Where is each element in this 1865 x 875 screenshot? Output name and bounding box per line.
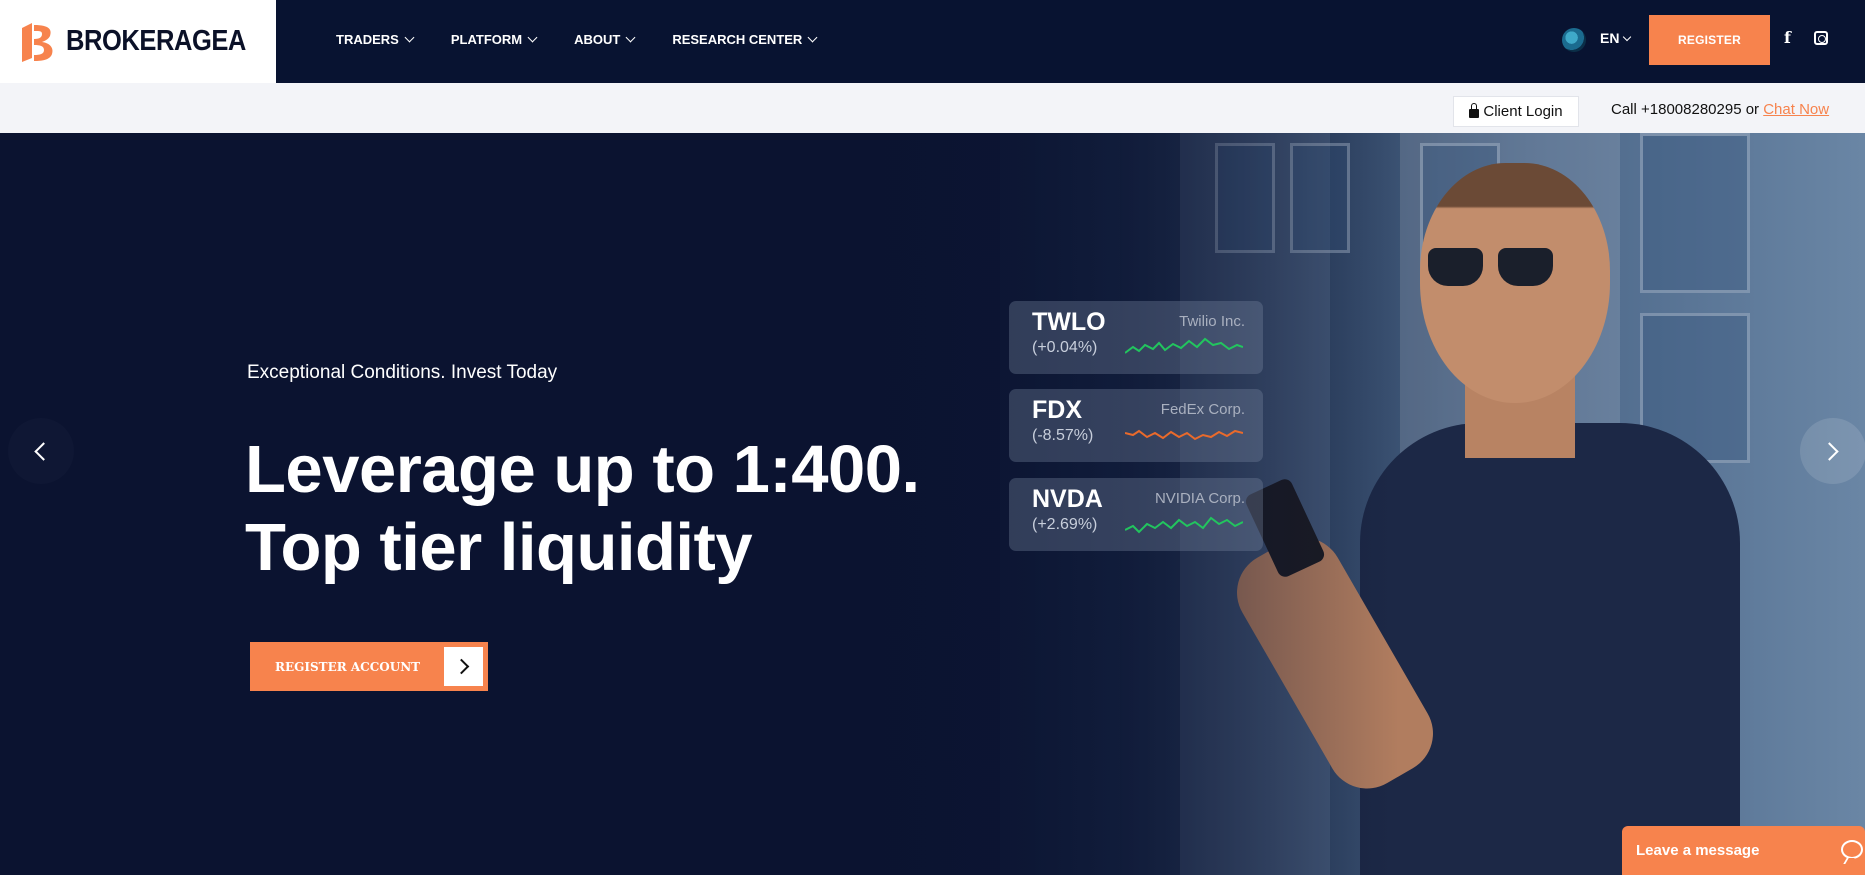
ticker-symbol: FDX bbox=[1032, 396, 1082, 424]
language-label: EN bbox=[1600, 30, 1620, 46]
globe-icon[interactable] bbox=[1562, 28, 1586, 52]
chevron-down-icon bbox=[1623, 32, 1632, 41]
call-text: Call +18008280295 or bbox=[1611, 101, 1764, 118]
sparkline-icon bbox=[1125, 337, 1243, 354]
nav-item-label: ABOUT bbox=[574, 31, 621, 47]
call-info: Call +18008280295 or Chat Now bbox=[1611, 101, 1829, 118]
nav-item-label: PLATFORM bbox=[450, 31, 523, 47]
lock-icon bbox=[1469, 102, 1480, 118]
instagram-icon[interactable] bbox=[1814, 31, 1828, 45]
chat-bubble-icon bbox=[1841, 840, 1863, 859]
headline-line: Leverage up to 1:400. bbox=[245, 432, 920, 507]
ticker-card: FDX (-8.57%) FedEx Corp. bbox=[1009, 389, 1263, 462]
ticker-change: (+2.69%) bbox=[1032, 516, 1098, 533]
chat-widget-label: Leave a message bbox=[1636, 842, 1760, 859]
chevron-down-icon bbox=[404, 32, 415, 42]
language-selector[interactable]: EN bbox=[1600, 30, 1632, 46]
main-nav: TRADERS PLATFORM ABOUT RESEARCH CENTER bbox=[336, 0, 854, 78]
slider-next-button[interactable] bbox=[1800, 418, 1865, 484]
sparkline-icon bbox=[1125, 516, 1243, 534]
headline-line: Top tier liquidity bbox=[245, 510, 753, 585]
logo-text: BROKERAGEA bbox=[66, 25, 246, 57]
register-button[interactable]: REGISTER bbox=[1649, 15, 1770, 65]
ticker-card: NVDA (+2.69%) NVIDIA Corp. bbox=[1009, 478, 1263, 551]
chevron-down-icon bbox=[807, 32, 818, 42]
client-login-button[interactable]: Client Login bbox=[1453, 96, 1579, 127]
chevron-down-icon bbox=[625, 32, 636, 42]
ticker-card: TWLO (+0.04%) Twilio Inc. bbox=[1009, 301, 1263, 374]
nav-item-traders[interactable]: TRADERS bbox=[336, 31, 415, 47]
logo-mark-icon bbox=[20, 22, 56, 62]
ticker-company: FedEx Corp. bbox=[1160, 401, 1245, 418]
ticker-company: NVIDIA Corp. bbox=[1154, 490, 1245, 507]
cta-label: REGISTER ACCOUNT bbox=[275, 659, 421, 674]
hero-subtitle: Exceptional Conditions. Invest Today bbox=[247, 362, 558, 383]
register-account-button[interactable]: REGISTER ACCOUNT bbox=[250, 642, 488, 691]
nav-item-research-center[interactable]: RESEARCH CENTER bbox=[672, 31, 818, 47]
hero-section: Exceptional Conditions. Invest Today Lev… bbox=[0, 133, 1865, 875]
nav-item-platform[interactable]: PLATFORM bbox=[450, 31, 538, 47]
chevron-right-icon bbox=[444, 647, 483, 686]
ticker-company: Twilio Inc. bbox=[1179, 313, 1245, 330]
nav-item-label: RESEARCH CENTER bbox=[672, 31, 803, 47]
sparkline-icon bbox=[1125, 429, 1243, 441]
nav-item-about[interactable]: ABOUT bbox=[574, 31, 636, 47]
chat-widget[interactable]: Leave a message bbox=[1622, 826, 1865, 875]
ticker-symbol: NVDA bbox=[1032, 485, 1103, 513]
utility-bar bbox=[0, 83, 1865, 133]
chevron-down-icon bbox=[527, 32, 538, 42]
ticker-symbol: TWLO bbox=[1032, 308, 1106, 336]
top-navbar: BROKERAGEA TRADERS PLATFORM ABOUT RESEAR… bbox=[0, 0, 1865, 83]
slider-prev-button[interactable] bbox=[8, 418, 74, 484]
client-login-label: Client Login bbox=[1483, 103, 1563, 120]
chat-now-link[interactable]: Chat Now bbox=[1763, 101, 1829, 118]
logo[interactable]: BROKERAGEA bbox=[0, 0, 276, 83]
nav-item-label: TRADERS bbox=[336, 31, 399, 47]
hero-headline: Leverage up to 1:400. Top tier liquidity bbox=[245, 431, 920, 587]
facebook-icon[interactable]: f bbox=[1784, 28, 1791, 47]
ticker-change: (-8.57%) bbox=[1032, 427, 1094, 444]
ticker-change: (+0.04%) bbox=[1032, 339, 1098, 356]
